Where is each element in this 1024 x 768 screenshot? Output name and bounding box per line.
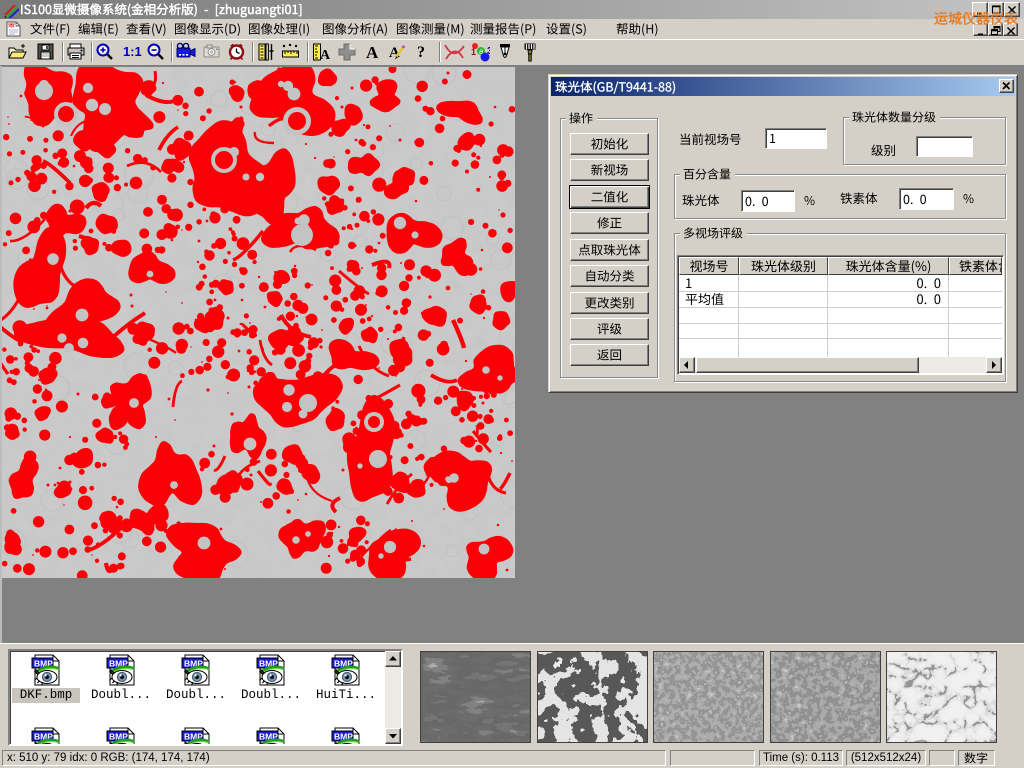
svg-text:A: A	[366, 43, 379, 62]
svg-text:A: A	[320, 48, 331, 62]
svg-text:?: ?	[417, 44, 425, 61]
svg-text:3: 3	[487, 46, 490, 57]
svg-text:DOC: DOC	[9, 23, 18, 28]
svg-text:1:1: 1:1	[123, 44, 142, 59]
svg-text:1: 1	[471, 47, 476, 57]
